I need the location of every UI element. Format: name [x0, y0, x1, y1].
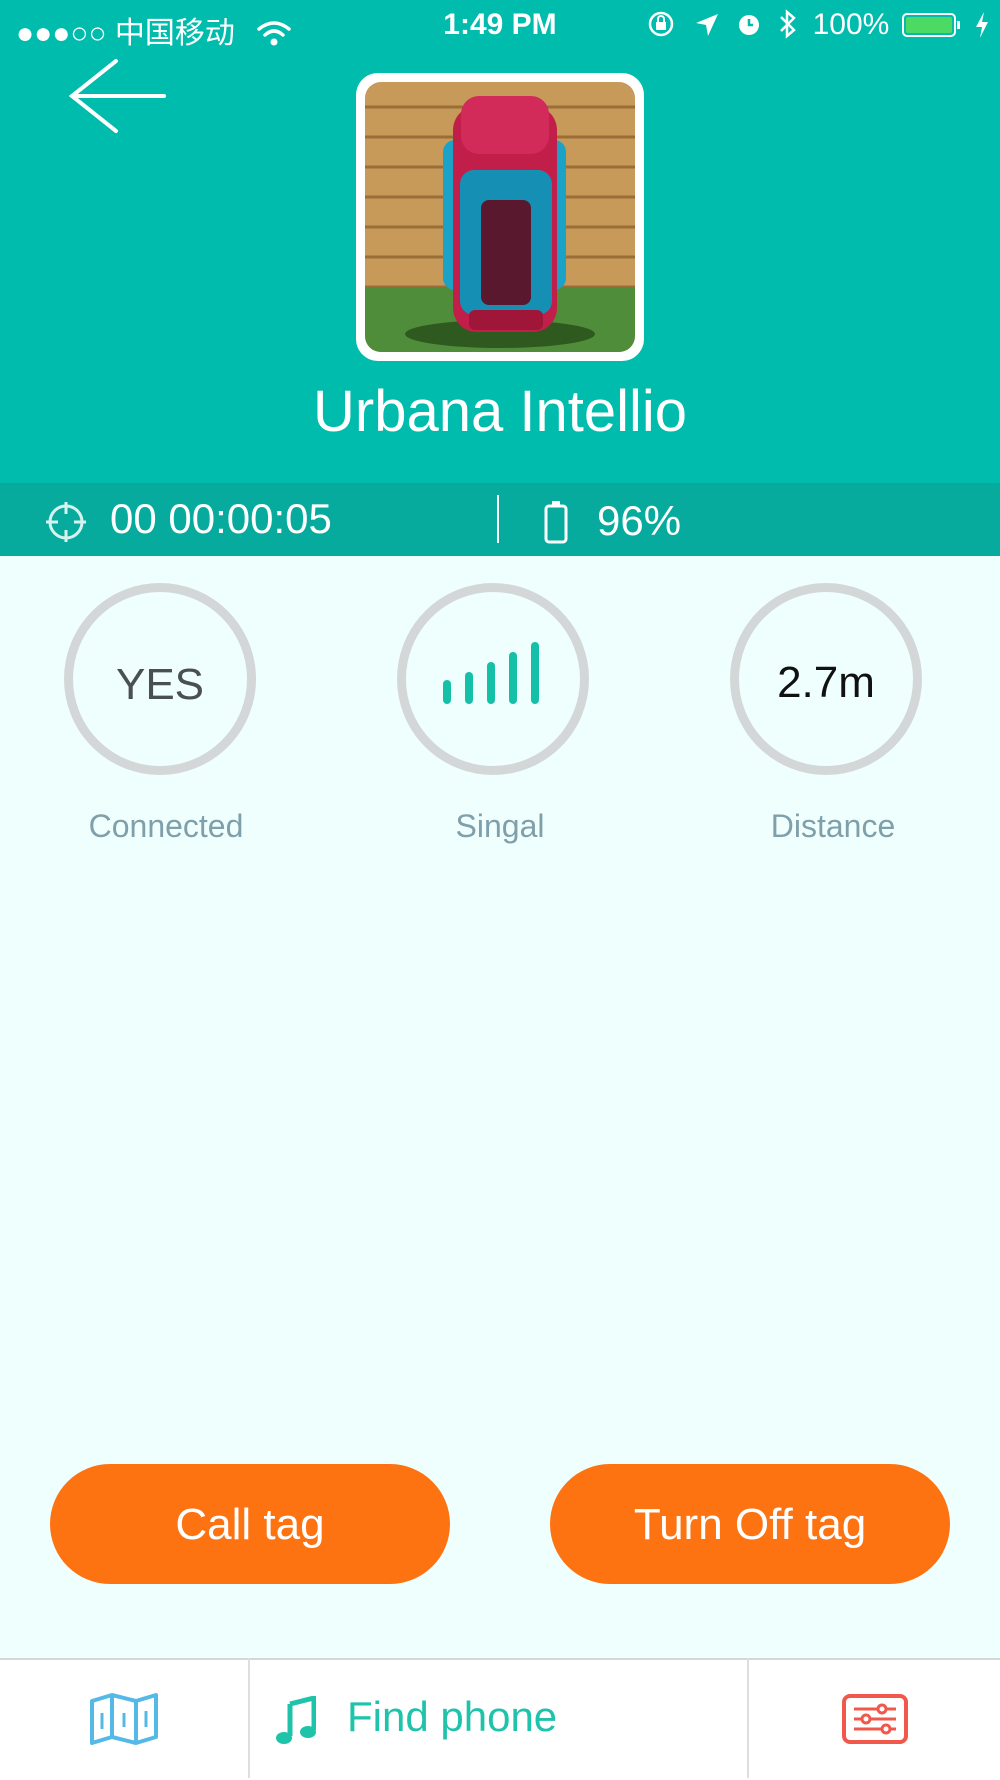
- back-arrow-icon[interactable]: [66, 55, 166, 135]
- connected-value: YES: [115, 660, 205, 709]
- tab-separator: [248, 1658, 250, 1778]
- location-icon: [695, 14, 718, 36]
- battery-icon: [544, 501, 568, 544]
- call-tag-button[interactable]: Call tag: [50, 1464, 450, 1584]
- connected-label: Connected: [88, 808, 244, 844]
- status-battery-text: 100%: [812, 8, 890, 41]
- status-bar: ●●●○○ 中国移动 1:49 PM 100%: [0, 0, 1000, 50]
- tab-separator: [747, 1658, 749, 1778]
- tag-battery: 96%: [597, 497, 682, 544]
- tag-name: Urbana Intellio: [313, 379, 687, 444]
- status-right: 100%: [647, 8, 990, 42]
- music-note-icon: [276, 1696, 316, 1744]
- tag-photo[interactable]: [365, 82, 635, 352]
- distance-label: Distance: [770, 808, 896, 844]
- battery-full-icon: [901, 13, 960, 37]
- distance-value: 2.7m: [777, 658, 875, 707]
- crosshair-icon: [46, 502, 86, 542]
- info-divider: [497, 495, 499, 543]
- bluetooth-icon: [780, 9, 797, 39]
- signal-bars-icon: [443, 642, 539, 704]
- signal-label: Singal: [455, 808, 545, 844]
- orientation-lock-icon: [648, 11, 674, 37]
- turn-off-tag-button[interactable]: Turn Off tag: [550, 1464, 950, 1584]
- charging-bolt-icon: [976, 12, 988, 38]
- find-phone-label: Find phone: [347, 1693, 558, 1740]
- alarm-icon: [738, 15, 759, 35]
- elapsed-time: 00 00:00:05: [110, 495, 332, 542]
- map-icon[interactable]: [88, 1693, 160, 1745]
- sliders-icon[interactable]: [842, 1694, 908, 1744]
